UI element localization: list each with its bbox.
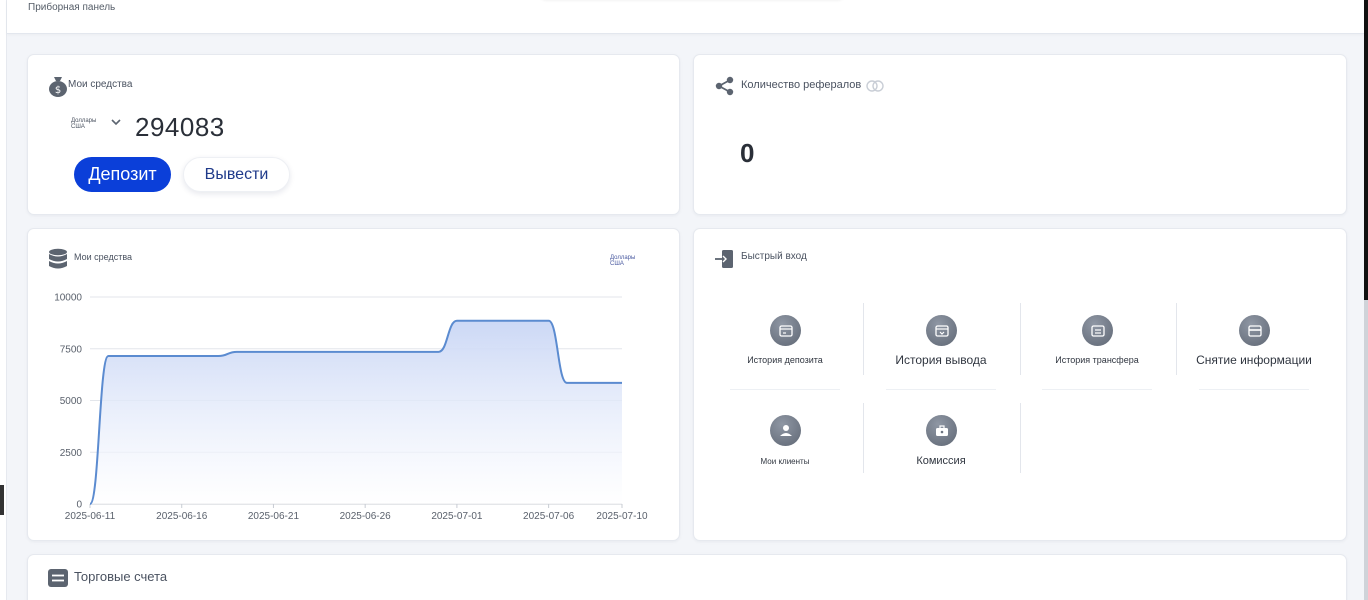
y-tick-label: 7500 [60,344,83,355]
quick-item-label: Комиссия [916,455,966,467]
referrals-title: Количество рефералов [741,79,862,91]
x-tick-label: 2025-06-11 [65,511,116,522]
quick-divider [1020,303,1021,375]
svg-text:$: $ [55,85,61,96]
funds-area-chart: 0 2500 5000 7500 10000 2025-06-11 2025-06-16 20… [54,293,648,523]
login-door-icon [715,250,733,268]
y-tick-label: 5000 [60,396,83,407]
quick-item-withdraw-info[interactable]: Снятие информации [1196,303,1312,390]
accounts-list-icon [48,569,68,587]
chevron-down-icon[interactable] [109,115,123,129]
quick-item-label: Снятие информации [1196,353,1312,367]
quick-item-label: Мои клиенты [760,457,810,466]
quick-item-deposit-history[interactable]: История депозита [730,303,840,390]
withdraw-info-icon [1239,315,1270,346]
quick-item-withdraw-history[interactable]: История вывода [886,303,996,390]
quick-divider [1176,303,1177,375]
deposit-history-icon [770,315,801,346]
referrals-card: Количество рефералов 0 [693,54,1347,215]
right-scroll-edge [1364,0,1368,600]
quick-item-label: История вывода [895,353,987,367]
trading-accounts-title: Торговые счета [74,569,168,584]
quick-item-underline [1042,389,1152,390]
breadcrumb[interactable]: Приборная панель [28,2,115,13]
x-tick-label: 2025-07-01 [431,511,483,522]
y-tick-label: 0 [76,500,82,511]
quick-item-transfer-history[interactable]: История трансфера [1042,303,1152,390]
quick-divider [863,403,864,473]
share-icon [715,76,734,96]
quick-item-label: История трансфера [1055,355,1139,365]
quick-divider [1020,403,1021,473]
currency-selector[interactable]: Доллары США [71,118,96,130]
quick-access-card: Быстрый вход История депозита История вы… [693,228,1347,541]
funds-title: Мои средства [68,79,133,90]
x-tick-label: 2025-07-06 [523,511,575,522]
commission-icon [926,415,957,446]
y-tick-label: 2500 [60,448,83,459]
quick-item-underline [730,389,840,390]
clients-icon [770,415,801,446]
quick-item-label: История депозита [747,355,823,365]
withdraw-button[interactable]: Вывести [183,157,290,192]
refresh-icon[interactable] [864,79,886,93]
top-header: Приборная панель [7,0,1364,34]
quick-item-underline [886,389,996,390]
quick-item-underline [1199,389,1309,390]
quick-item-my-clients[interactable]: Мои клиенты [730,403,840,489]
left-sidebar-edge [0,0,7,600]
currency-line2: США [71,124,85,130]
sidebar-handle [0,485,4,515]
x-tick-label: 2025-06-16 [156,511,208,522]
deposit-button[interactable]: Депозит [74,157,171,192]
x-tick-label: 2025-06-21 [248,511,300,522]
y-tick-label: 10000 [54,293,82,304]
funds-chart-card: Мои средства Доллары США 0 2500 5000 7500 10… [27,228,680,541]
quick-access-title: Быстрый вход [741,251,807,262]
balance-value: 294083 [135,112,225,142]
x-tick-label: 2025-06-26 [340,511,392,522]
quick-divider [863,303,864,375]
money-bag-icon: $ [49,77,67,97]
withdraw-history-icon [926,315,957,346]
referral-count: 0 [740,138,755,168]
quick-item-commission[interactable]: Комиссия [886,403,996,489]
transfer-history-icon [1082,315,1113,346]
funds-card: $ Мои средства Доллары США 294083 Депози… [27,54,680,215]
trading-accounts-card: Торговые счета [27,554,1347,600]
scrollbar-thumb[interactable] [1364,300,1368,600]
x-tick-label: 2025-07-10 [596,511,648,522]
